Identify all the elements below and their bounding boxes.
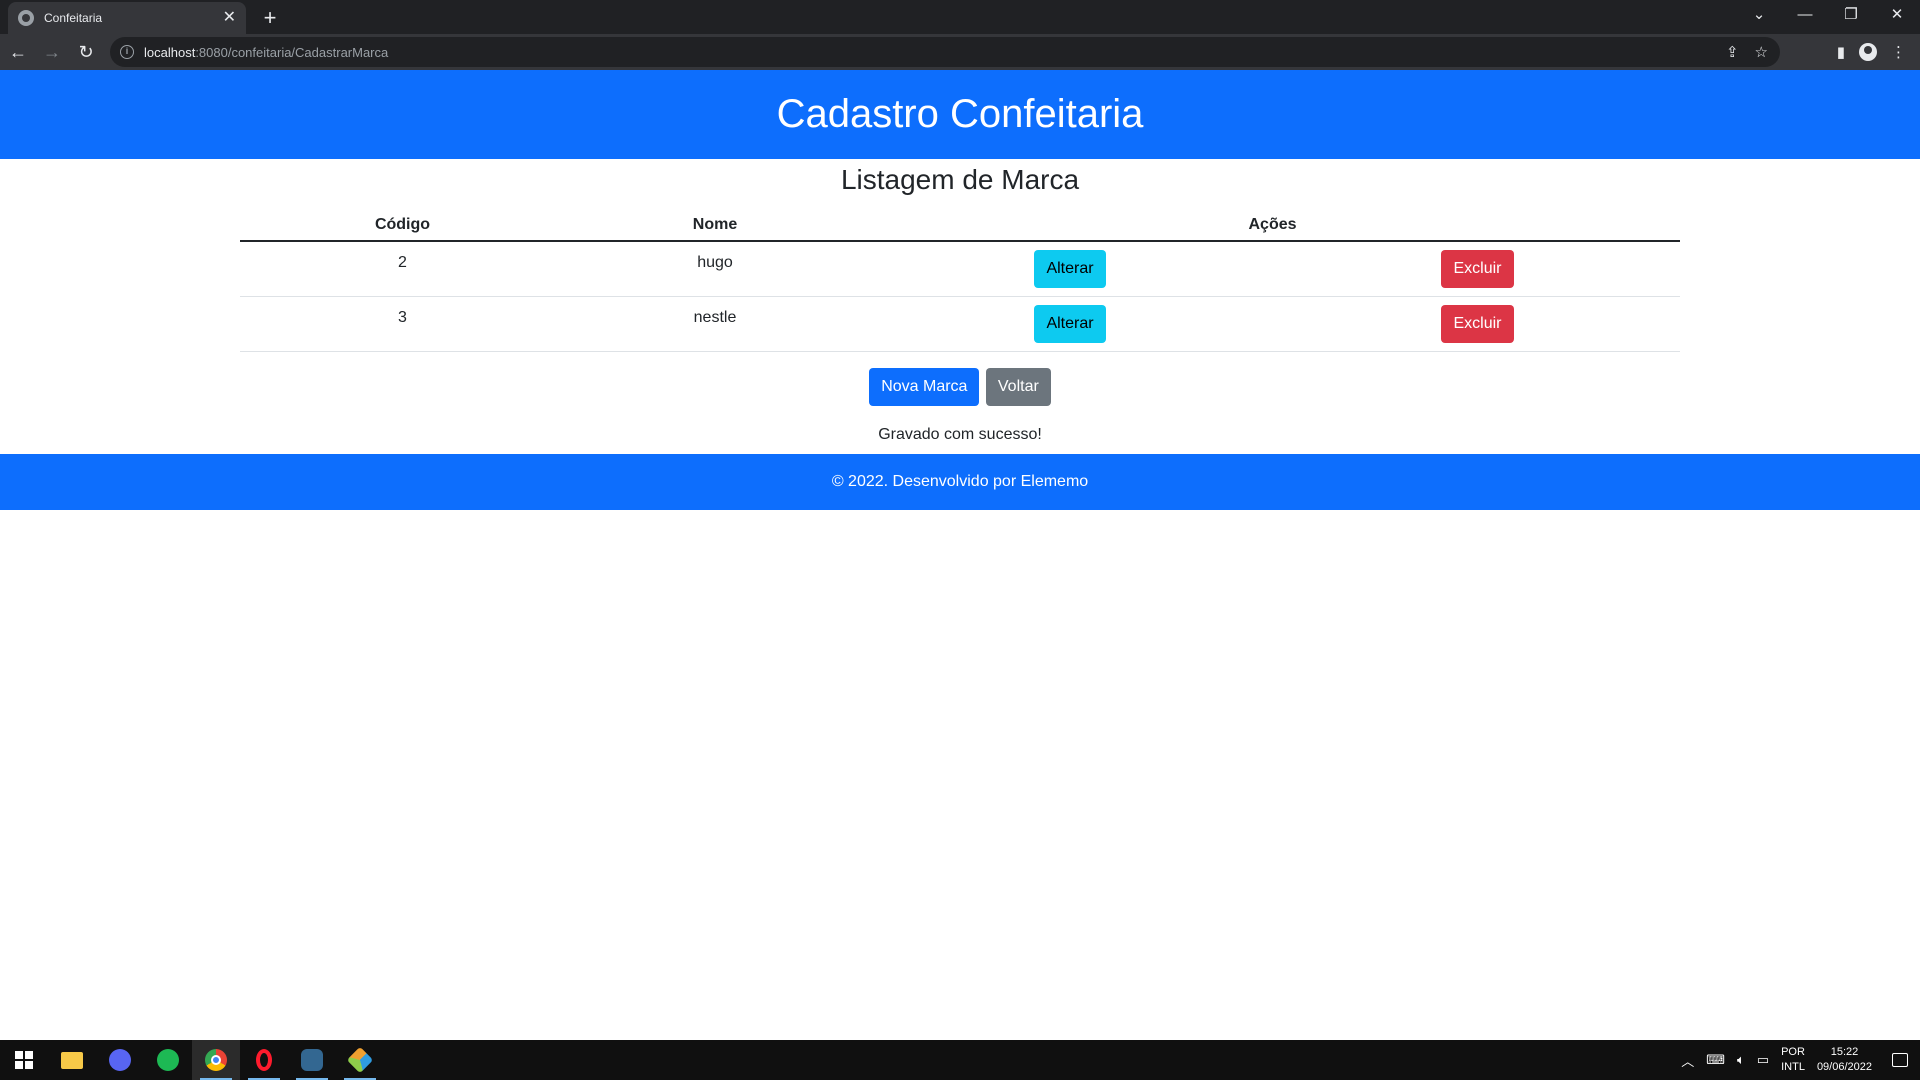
start-button[interactable] <box>0 1040 48 1080</box>
close-window-button[interactable]: ✕ <box>1874 0 1920 30</box>
tab-title: Confeitaria <box>44 11 103 25</box>
browser-toolbar: ← → ↻ i localhost:8080/confeitaria/Cadas… <box>0 34 1920 70</box>
excluir-button[interactable]: Excluir <box>1441 304 1514 343</box>
windows-taskbar: ︿ ⌨ 🔈︎ ▭ POR INTL 15:22 09/06/2022 <box>0 1040 1920 1080</box>
cell-alterar: Alterar <box>865 296 1275 352</box>
taskbar-file-explorer[interactable] <box>48 1040 96 1080</box>
cell-nome: nestle <box>565 296 865 352</box>
minimize-button[interactable]: — <box>1782 0 1828 30</box>
taskbar-opera[interactable] <box>240 1040 288 1080</box>
table-row: 3 nestle Alterar Excluir <box>240 296 1680 352</box>
discord-icon <box>109 1049 131 1071</box>
clock-date: 09/06/2022 <box>1816 1061 1872 1073</box>
forward-icon[interactable]: → <box>36 36 68 68</box>
voltar-button[interactable]: Voltar <box>985 367 1051 406</box>
network-icon[interactable]: ▭ <box>1757 1052 1769 1068</box>
cell-codigo: 3 <box>240 296 565 352</box>
taskbar-spotify[interactable] <box>144 1040 192 1080</box>
taskbar-pgadmin[interactable] <box>288 1040 336 1080</box>
opera-icon <box>256 1049 272 1071</box>
back-icon[interactable]: ← <box>2 36 34 68</box>
share-icon[interactable]: ⇪ <box>1726 43 1739 61</box>
alterar-button[interactable]: Alterar <box>1034 250 1106 288</box>
site-title: Cadastro Confeitaria <box>776 92 1144 136</box>
tab-close-icon[interactable]: ✕ <box>223 10 236 26</box>
cell-excluir: Excluir <box>1275 241 1680 297</box>
taskbar-discord[interactable] <box>96 1040 144 1080</box>
bookmark-star-icon[interactable]: ☆ <box>1755 43 1768 61</box>
cell-codigo: 2 <box>240 241 565 297</box>
show-hidden-icons-icon[interactable]: ︿ <box>1681 1051 1694 1070</box>
globe-icon <box>18 10 34 26</box>
netbeans-icon <box>346 1046 374 1074</box>
spotify-icon <box>157 1049 179 1071</box>
side-panel-icon[interactable]: ▮ <box>1837 43 1845 61</box>
footer-text: © 2022. Desenvolvido por Elememo <box>831 472 1089 490</box>
url-host: localhost <box>144 44 196 60</box>
notifications-icon[interactable] <box>1892 1053 1908 1067</box>
system-tray: ︿ ⌨ 🔈︎ ▭ POR INTL 15:22 09/06/2022 <box>1681 1040 1920 1080</box>
table-header-row: Código Nome Ações <box>240 209 1680 242</box>
file-explorer-icon <box>61 1051 83 1069</box>
column-header-nome: Nome <box>565 209 865 242</box>
list-title: Listagem de Marca <box>840 164 1080 195</box>
keyboard-layout: INTL <box>1781 1061 1805 1073</box>
menu-kebab-icon[interactable]: ⋮ <box>1891 43 1906 61</box>
browser-tab[interactable]: Confeitaria ✕ <box>8 2 246 34</box>
chrome-icon <box>205 1049 227 1071</box>
site-header: Cadastro Confeitaria <box>0 70 1920 159</box>
tab-search-icon[interactable]: ⌄ <box>1736 0 1782 30</box>
excluir-button[interactable]: Excluir <box>1441 250 1514 288</box>
table-row: 2 hugo Alterar Excluir <box>240 241 1680 297</box>
cell-excluir: Excluir <box>1275 296 1680 352</box>
column-header-acoes: Ações <box>865 209 1680 242</box>
ime-icon[interactable]: ⌨ <box>1706 1052 1725 1068</box>
cell-nome: hugo <box>565 241 865 297</box>
windows-logo-icon <box>15 1051 33 1069</box>
language-code: POR <box>1781 1046 1805 1058</box>
pgadmin-icon <box>301 1049 323 1071</box>
site-info-icon[interactable]: i <box>120 45 134 59</box>
new-tab-button[interactable]: + <box>256 4 284 32</box>
reload-icon[interactable]: ↻ <box>70 36 102 68</box>
clock[interactable]: 15:22 09/06/2022 <box>1817 1045 1872 1075</box>
success-message: Gravado com sucesso! <box>878 425 1042 443</box>
url-path: :8080/confeitaria/CadastrarMarca <box>195 44 389 60</box>
site-footer: © 2022. Desenvolvido por Elememo <box>0 453 1920 510</box>
alterar-button[interactable]: Alterar <box>1034 304 1106 343</box>
taskbar-netbeans[interactable] <box>336 1040 384 1080</box>
browser-tabstrip: Confeitaria ✕ + ⌄ — ❐ ✕ <box>0 0 1920 34</box>
address-bar[interactable]: i localhost:8080/confeitaria/CadastrarMa… <box>110 37 1780 67</box>
volume-icon[interactable]: 🔈︎ <box>1737 1052 1745 1068</box>
clock-time: 15:22 <box>1830 1046 1859 1058</box>
page-actions: Nova Marca Voltar <box>0 367 1920 406</box>
profile-avatar-icon[interactable] <box>1859 43 1877 61</box>
taskbar-chrome[interactable] <box>192 1040 240 1080</box>
restore-button[interactable]: ❐ <box>1828 0 1874 30</box>
column-header-codigo: Código <box>240 209 565 242</box>
brand-table: Código Nome Ações 2 hugo Alterar Excluir… <box>240 209 1680 352</box>
cell-alterar: Alterar <box>865 241 1275 297</box>
nova-marca-button[interactable]: Nova Marca <box>869 367 980 406</box>
page-viewport: Cadastro Confeitaria Listagem de Marca C… <box>0 70 1920 1040</box>
language-indicator[interactable]: POR INTL <box>1781 1045 1805 1075</box>
